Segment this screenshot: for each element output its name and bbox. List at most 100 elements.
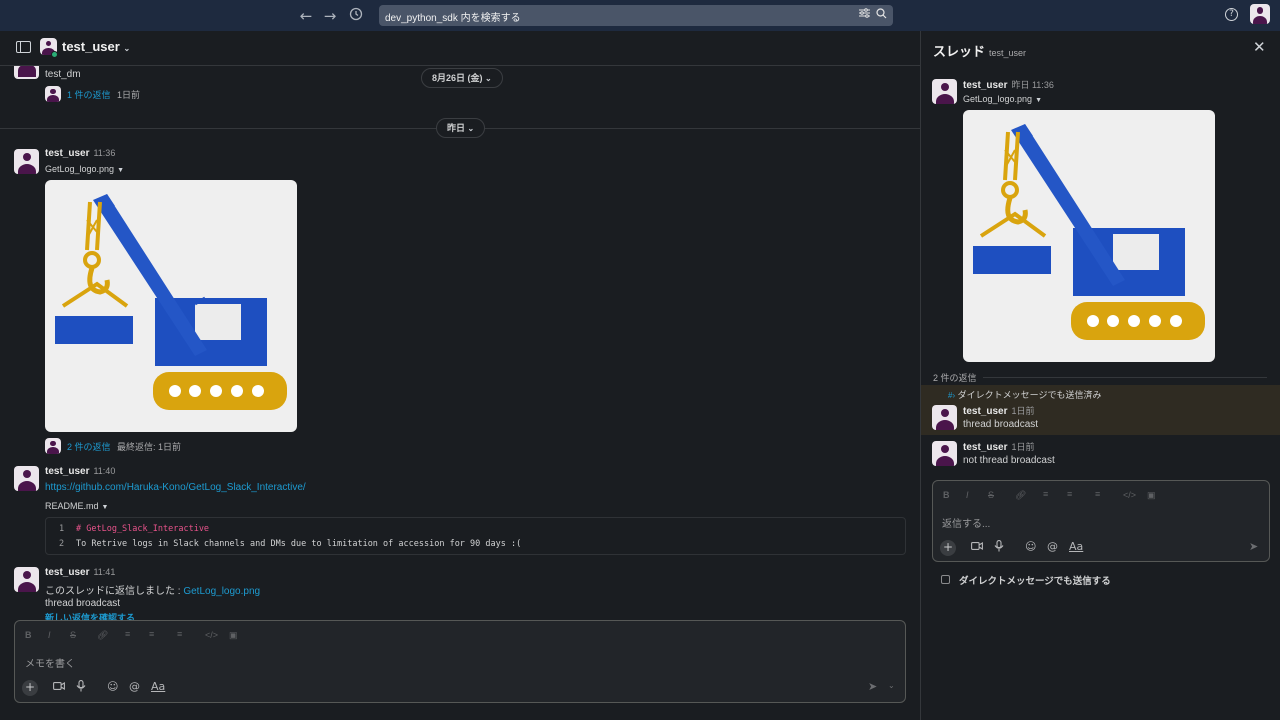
italic-icon[interactable]: I (966, 490, 969, 500)
code-block-icon[interactable]: ▣ (1147, 490, 1156, 501)
author-name[interactable]: test_user (963, 442, 1007, 453)
new-replies-link[interactable]: 新しい返信を確認する (45, 611, 135, 620)
send-icon[interactable]: ➤ (1249, 540, 1258, 553)
message-time[interactable]: 昨日 11:36 (1011, 80, 1053, 90)
avatar[interactable] (932, 441, 957, 466)
blockquote-icon[interactable]: ≡ (177, 629, 182, 639)
emoji-icon[interactable]: ☺ (1025, 540, 1036, 553)
arrow-right-icon[interactable]: → (321, 7, 339, 25)
link-icon[interactable]: 🔗︎ (1015, 490, 1026, 501)
caret-down-icon[interactable]: ▼ (1035, 97, 1042, 104)
video-icon[interactable] (53, 681, 65, 694)
message-author[interactable]: test_user 11:40 (45, 466, 115, 477)
arrow-left-icon[interactable]: ← (297, 7, 315, 25)
video-icon[interactable] (971, 541, 983, 554)
avatar[interactable] (14, 466, 39, 491)
mention-icon[interactable]: @ (1047, 540, 1058, 553)
filter-icon[interactable] (857, 8, 871, 22)
channel-title: test_user (62, 39, 120, 54)
ordered-list-icon[interactable]: ≡ (1043, 489, 1048, 499)
chevron-down-icon: ⌄ (485, 74, 492, 83)
github-link[interactable]: https://github.com/Haruka-Kono/GetLog_Sl… (45, 482, 306, 493)
thread-parent-link[interactable]: GetLog_logo.png (183, 586, 260, 597)
also-send-label[interactable]: ダイレクトメッセージでも送信する (959, 573, 1111, 587)
send-icon[interactable]: ➤ (868, 680, 877, 693)
avatar[interactable] (932, 405, 957, 430)
image-attachment[interactable] (963, 110, 1215, 362)
message-author[interactable]: test_user 11:41 (45, 567, 115, 578)
sidebar-toggle-icon[interactable] (16, 41, 31, 53)
plus-icon[interactable]: + (940, 540, 956, 556)
reply-count: 2 件の返信 (933, 373, 977, 383)
author-name[interactable]: test_user (963, 406, 1007, 417)
caret-down-icon[interactable]: ▼ (117, 167, 124, 174)
code-icon[interactable]: </> (205, 630, 218, 640)
avatar[interactable] (14, 567, 39, 592)
code-icon[interactable]: </> (1123, 490, 1136, 500)
message-time[interactable]: 11:36 (93, 148, 115, 158)
reply-prefix: このスレッドに返信しました : (45, 586, 184, 597)
broadcast-label: ダイレクトメッセージでも送信済み (957, 390, 1102, 400)
author-name[interactable]: test_user (45, 148, 89, 159)
search-icon[interactable] (874, 8, 888, 22)
message-time[interactable]: 11:41 (93, 567, 115, 577)
avatar[interactable] (932, 79, 957, 104)
message-author[interactable]: test_user 11:36 (45, 148, 115, 159)
message-author[interactable]: test_user 昨日 11:36 (963, 78, 1054, 91)
help-icon[interactable]: ? (1225, 8, 1238, 21)
clock-icon[interactable] (347, 7, 365, 25)
author-name[interactable]: test_user (45, 466, 89, 477)
reply-count-link[interactable]: 1 件の返信 (67, 90, 111, 100)
message-author[interactable]: test_user 1日前 (963, 440, 1034, 453)
reply-count-link[interactable]: 2 件の返信 (67, 442, 111, 452)
code-line: To Retrive logs in Slack channels and DM… (76, 539, 522, 549)
format-toggle-icon[interactable]: Aa (1069, 540, 1083, 553)
ordered-list-icon[interactable]: ≡ (125, 629, 130, 639)
image-attachment[interactable] (45, 180, 297, 432)
bullet-list-icon[interactable]: ≡ (1067, 489, 1072, 499)
link-icon[interactable]: 🔗︎ (97, 630, 108, 641)
strikethrough-icon[interactable]: S (988, 490, 994, 500)
chevron-down-icon[interactable]: ⌄ (888, 681, 895, 690)
format-toggle-icon[interactable]: Aa (151, 680, 165, 693)
file-name[interactable]: GetLog_logo.png ▼ (963, 94, 1042, 104)
close-icon[interactable]: ✕ (1253, 38, 1266, 56)
message-author[interactable]: test_user 1日前 (963, 404, 1034, 417)
author-name[interactable]: test_user (45, 567, 89, 578)
crane-logo-image (973, 124, 1205, 340)
message-time[interactable]: 1日前 (1011, 406, 1034, 416)
plus-icon[interactable]: + (22, 680, 38, 696)
message-time[interactable]: 11:40 (93, 466, 115, 476)
thread-replies-link[interactable]: 2 件の返信 最終返信: 1日前 (67, 440, 181, 453)
message-composer[interactable]: B I S 🔗︎ ≡ ≡ ≡ </> ▣ メモを書く + ☺ @ Aa ➤ ⌄ (14, 620, 906, 703)
also-send-checkbox[interactable] (941, 575, 950, 584)
microphone-icon[interactable] (994, 540, 1004, 555)
user-avatar[interactable] (1250, 4, 1270, 24)
strikethrough-icon[interactable]: S (70, 630, 76, 640)
code-snippet[interactable]: 1 # GetLog_Slack_Interactive 2 To Retriv… (45, 517, 906, 555)
thread-replies-link[interactable]: 1 件の返信 1日前 (67, 88, 140, 101)
caret-down-icon[interactable]: ▼ (102, 504, 109, 511)
date-divider-pill[interactable]: 昨日 ⌄ (436, 118, 486, 138)
bold-icon[interactable]: B (25, 630, 32, 640)
avatar[interactable] (14, 149, 39, 174)
date-divider-pill[interactable]: 8月26日 (金) ⌄ (421, 68, 503, 88)
bullet-list-icon[interactable]: ≡ (149, 629, 154, 639)
author-name[interactable]: test_user (963, 80, 1007, 91)
reply-composer[interactable]: B I S 🔗︎ ≡ ≡ ≡ </> ▣ 返信する... + ☺ @ Aa ➤ (932, 480, 1270, 562)
composer-placeholder: メモを書く (25, 659, 75, 670)
italic-icon[interactable]: I (48, 630, 51, 640)
code-block-icon[interactable]: ▣ (229, 630, 238, 641)
file-name[interactable]: README.md ▼ (45, 501, 108, 511)
thread-subtitle[interactable]: test_user (989, 48, 1026, 58)
channel-title-button[interactable]: test_user ⌄ (62, 39, 130, 54)
mention-icon[interactable]: @ (129, 680, 140, 693)
message-time[interactable]: 1日前 (1011, 442, 1034, 452)
microphone-icon[interactable] (76, 680, 86, 695)
bold-icon[interactable]: B (943, 490, 950, 500)
file-name[interactable]: GetLog_logo.png ▼ (45, 164, 124, 174)
search-input[interactable]: dev_python_sdk 内を検索する (379, 5, 893, 26)
date-label: 8月26日 (金) (432, 73, 483, 83)
blockquote-icon[interactable]: ≡ (1095, 489, 1100, 499)
emoji-icon[interactable]: ☺ (107, 680, 118, 693)
